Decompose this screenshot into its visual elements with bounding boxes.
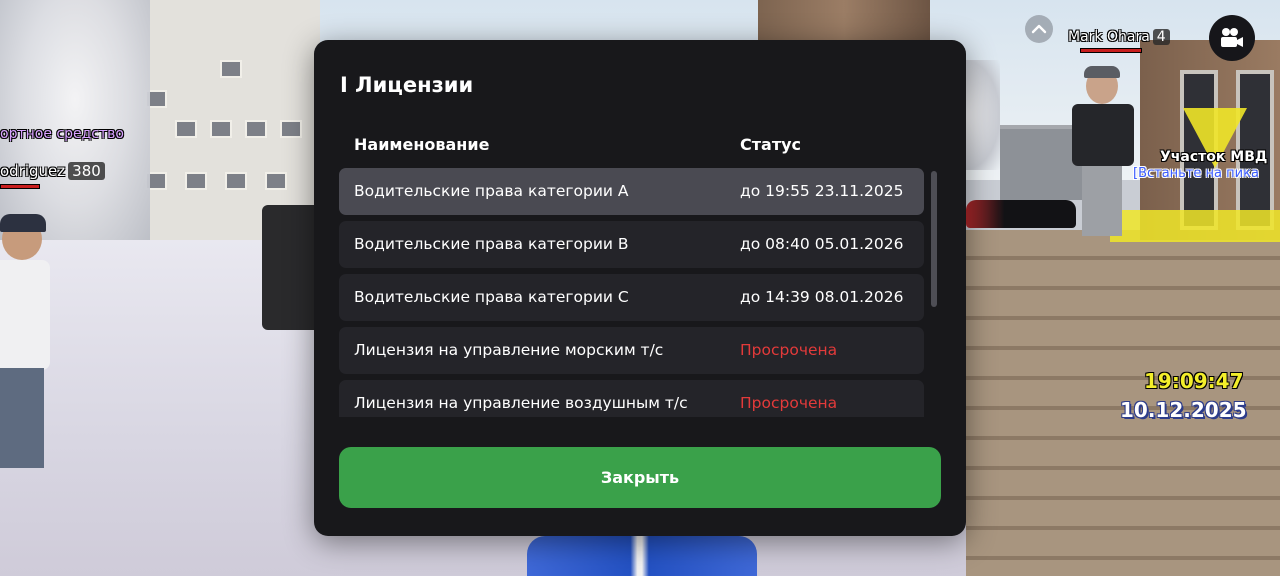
chevron-up-icon (1031, 24, 1047, 34)
clock-date: 10.12.2025 (1120, 398, 1247, 422)
license-row[interactable]: Водительские права категории B до 08:40 … (339, 221, 924, 268)
camera-button[interactable] (1209, 15, 1255, 61)
modal-title: I Лицензии (340, 73, 474, 97)
player-health-bar (1080, 48, 1142, 53)
license-status: до 08:40 05.01.2026 (740, 235, 904, 253)
player-nametag-right: Mark Ohara 4 (1068, 29, 1170, 45)
snowy-tree (0, 0, 150, 250)
player-health-bar (0, 184, 40, 189)
license-name: Водительские права категории B (354, 235, 629, 253)
parked-car (966, 200, 1076, 228)
license-status: Просрочена (740, 341, 838, 359)
list-scrollbar[interactable] (931, 171, 937, 307)
close-button[interactable]: Закрыть (339, 447, 941, 508)
player-name: Mark Ohara (1068, 29, 1150, 45)
own-character (527, 536, 757, 576)
license-status: Просрочена (740, 394, 838, 412)
license-row[interactable]: Водительские права категории A до 19:55 … (339, 168, 924, 215)
license-row[interactable]: Водительские права категории C до 14:39 … (339, 274, 924, 321)
license-row[interactable]: Лицензия на управление воздушным т/с Про… (339, 380, 924, 417)
clock-time: 19:09:47 (1144, 369, 1244, 393)
license-name: Водительские права категории A (354, 182, 629, 200)
license-row[interactable]: Лицензия на управление морским т/с Проср… (339, 327, 924, 374)
licenses-modal: I Лицензии Наименование Статус Водительс… (314, 40, 966, 536)
license-name: Лицензия на управление морским т/с (354, 341, 664, 359)
player-nametag-left: odriguez 380 (0, 162, 105, 180)
column-header-name: Наименование (354, 135, 490, 154)
license-list[interactable]: Водительские права категории A до 19:55 … (339, 168, 925, 417)
player-level: 4 (1152, 29, 1170, 45)
license-status: до 19:55 23.11.2025 (740, 182, 904, 200)
vehicle-label: ортное средство (0, 126, 124, 142)
video-camera-icon (1221, 28, 1243, 47)
column-header-status: Статус (740, 135, 801, 154)
marker-title: Участок МВД (1160, 149, 1268, 165)
player-name: odriguez (0, 162, 66, 180)
marker-subtitle: [Встаньте на пика (1133, 166, 1259, 181)
player-character-left (0, 214, 80, 468)
player-character-right (1068, 66, 1138, 238)
license-name: Водительские права категории C (354, 288, 629, 306)
player-level: 380 (68, 162, 105, 180)
chevron-up-button[interactable] (1025, 15, 1053, 43)
license-name: Лицензия на управление воздушным т/с (354, 394, 688, 412)
license-status: до 14:39 08.01.2026 (740, 288, 904, 306)
